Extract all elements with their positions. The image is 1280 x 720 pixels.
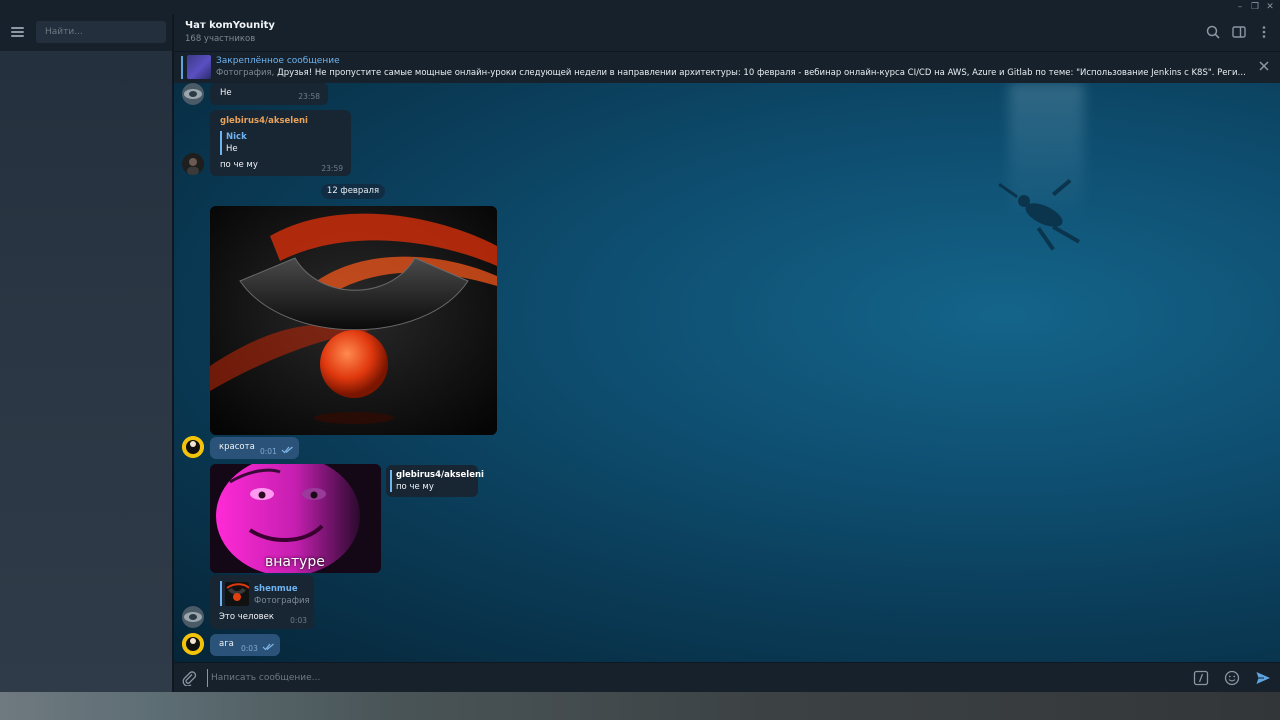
- reply-text: по че му: [396, 482, 434, 492]
- window-titlebar: – ❐ ✕: [0, 0, 1280, 14]
- sidebar-top: [0, 14, 172, 51]
- message-bubble[interactable]: glebirus4/akseleni Nick Не по че му 23:5…: [210, 110, 351, 176]
- menu-icon[interactable]: [11, 27, 24, 37]
- sidebar-toggle-icon[interactable]: [1231, 24, 1247, 40]
- reply-thumbnail: [225, 582, 249, 606]
- avatar[interactable]: [182, 606, 204, 628]
- message-bubble-outgoing[interactable]: ага 0:03: [210, 634, 280, 656]
- avatar[interactable]: [182, 436, 204, 458]
- photo-message[interactable]: [210, 206, 497, 435]
- background-diver-figure: [998, 178, 1080, 251]
- pinned-prefix: Фотография,: [216, 68, 278, 78]
- pinned-text: Фотография, Друзья! Не пропустите самые …: [216, 68, 1246, 78]
- message-bubble[interactable]: shenmue Фотография Это человек 0:03: [210, 575, 314, 629]
- message-time: 0:03: [290, 616, 307, 625]
- reply-preview[interactable]: glebirus4/akseleni по че му: [386, 465, 484, 497]
- send-icon[interactable]: [1255, 670, 1271, 686]
- avatar[interactable]: [182, 633, 204, 655]
- message-text: ага: [219, 639, 234, 649]
- sticker-caption: внатуре: [265, 554, 325, 570]
- reply-author[interactable]: glebirus4/akseleni: [396, 470, 484, 480]
- date-separator: 12 февраля: [321, 184, 385, 199]
- chat-header[interactable]: Чат komYounity 168 участников: [174, 14, 1280, 51]
- message-bubble[interactable]: Не 23:58: [210, 83, 328, 105]
- pinned-message[interactable]: Закреплённое сообщение Фотография, Друзь…: [174, 51, 1280, 83]
- close-window-icon[interactable]: ✕: [1264, 1, 1276, 13]
- sender-name[interactable]: glebirus4/akseleni: [220, 116, 308, 126]
- attach-icon[interactable]: [181, 670, 197, 686]
- avatar[interactable]: [182, 153, 204, 175]
- reply-text: Фотография: [254, 596, 310, 606]
- close-pinned-icon[interactable]: [1258, 60, 1270, 72]
- reply-bar: [220, 131, 222, 155]
- message-input[interactable]: [207, 669, 1187, 687]
- chat-title: Чат komYounity: [185, 20, 275, 31]
- double-check-icon: [281, 446, 293, 454]
- more-menu-icon[interactable]: [1256, 24, 1272, 40]
- photo-image: [210, 206, 497, 435]
- desktop-taskbar: [0, 692, 1280, 720]
- pinned-title: Закреплённое сообщение: [216, 56, 340, 66]
- reply-text: Не: [226, 144, 238, 154]
- sticker-message[interactable]: внатуре: [210, 464, 381, 573]
- pinned-body: Друзья! Не пропустите самые мощные онлай…: [277, 68, 1246, 78]
- avatar[interactable]: [182, 83, 204, 105]
- bot-commands-icon[interactable]: [1193, 670, 1209, 686]
- reply-author[interactable]: shenmue: [254, 584, 298, 594]
- message-time: 0:01: [260, 447, 277, 456]
- reply-bar: [390, 470, 392, 492]
- minimize-icon[interactable]: –: [1234, 1, 1246, 13]
- message-time: 0:03: [241, 644, 258, 653]
- reply-author[interactable]: Nick: [226, 132, 247, 142]
- search-input[interactable]: [36, 21, 166, 43]
- member-count: 168 участников: [185, 34, 256, 44]
- message-text: Не: [220, 88, 232, 98]
- sidebar: [0, 14, 173, 692]
- message-text: Это человек: [219, 612, 275, 622]
- message-text: по че му: [220, 160, 258, 170]
- message-time: 23:59: [321, 164, 343, 173]
- pinned-thumbnail: [187, 55, 211, 79]
- restore-icon[interactable]: ❐: [1249, 1, 1261, 13]
- double-check-icon: [262, 643, 274, 651]
- message-composer: [174, 662, 1280, 692]
- message-time: 23:58: [298, 92, 320, 101]
- message-text: красота: [219, 442, 255, 452]
- pinned-accent-bar: [181, 56, 183, 79]
- search-icon[interactable]: [1205, 24, 1221, 40]
- emoji-icon[interactable]: [1224, 670, 1240, 686]
- message-bubble-outgoing[interactable]: красота 0:01: [210, 437, 299, 459]
- chat-area: Не 23:58 glebirus4/akseleni Nick Не по ч…: [174, 83, 1280, 662]
- reply-bar: [220, 581, 222, 606]
